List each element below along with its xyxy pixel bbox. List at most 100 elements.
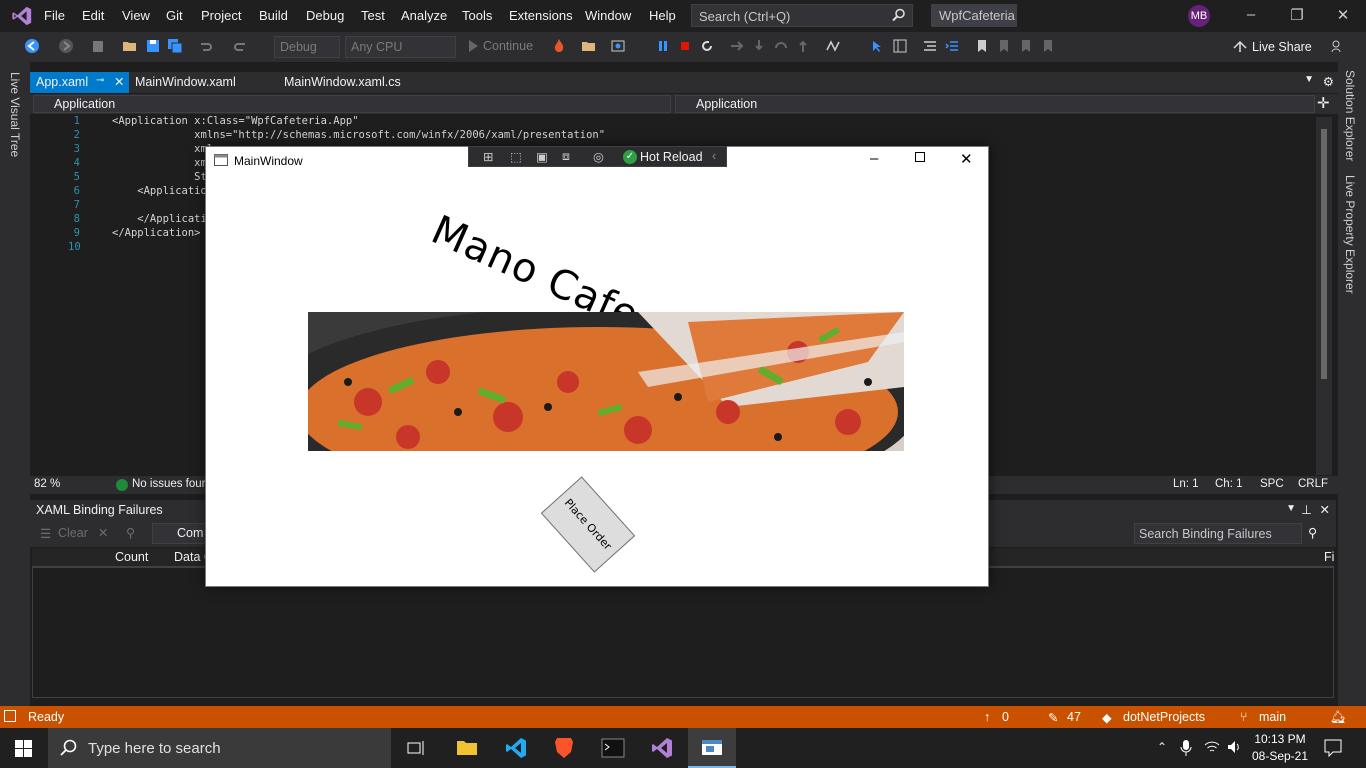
- close-tab-icon[interactable]: ✕: [114, 74, 124, 89]
- window-minimize-icon[interactable]: –: [870, 150, 878, 167]
- filter-select[interactable]: Com: [152, 523, 206, 544]
- brave-browser-icon[interactable]: [554, 736, 574, 759]
- tab-mainwindow-xaml-cs[interactable]: MainWindow.xaml.cs: [278, 72, 428, 93]
- pin-icon[interactable]: ⊸: [96, 75, 104, 86]
- search-input[interactable]: Search (Ctrl+Q): [691, 4, 913, 27]
- scroll-thumb[interactable]: [1321, 129, 1327, 379]
- format-icon[interactable]: [922, 38, 938, 54]
- menu-extensions[interactable]: Extensions: [509, 8, 573, 23]
- editor-scrollbar[interactable]: [1316, 117, 1332, 475]
- window-close-icon[interactable]: ✕: [960, 150, 973, 168]
- screenshot-icon[interactable]: [610, 38, 626, 54]
- feedback-icon[interactable]: [1330, 38, 1346, 54]
- forward-icon[interactable]: [58, 38, 74, 54]
- avatar[interactable]: MB: [1188, 5, 1210, 27]
- clear-bookmarks-icon[interactable]: [1040, 38, 1056, 54]
- live-visual-tree-tab[interactable]: Live Visual Tree: [8, 72, 22, 157]
- solution-explorer-tab[interactable]: Solution Explorer: [1343, 70, 1357, 161]
- step-over-icon[interactable]: [773, 38, 789, 54]
- settings-gear-icon[interactable]: ⚙: [1323, 74, 1334, 89]
- binding-search-input[interactable]: Search Binding Failures: [1134, 523, 1302, 544]
- notifications-icon[interactable]: [1324, 739, 1342, 757]
- menu-window[interactable]: Window: [585, 8, 631, 23]
- redo-icon[interactable]: [233, 38, 249, 54]
- layout-icon[interactable]: [892, 38, 908, 54]
- live-share-button[interactable]: Live Share: [1252, 40, 1312, 54]
- pause-icon[interactable]: [655, 38, 671, 54]
- live-visual-tree-icon[interactable]: ⊞: [483, 149, 493, 164]
- menu-view[interactable]: View: [122, 8, 150, 23]
- menu-tools[interactable]: Tools: [462, 8, 492, 23]
- menu-test[interactable]: Test: [361, 8, 385, 23]
- open-folder-icon[interactable]: [122, 38, 138, 54]
- pin-panel-icon[interactable]: ⊥: [1301, 502, 1312, 517]
- diagnostics-icon[interactable]: [825, 38, 841, 54]
- filter-icon[interactable]: ⚲: [126, 525, 135, 540]
- terminal-icon[interactable]: [601, 738, 625, 758]
- microphone-icon[interactable]: [1180, 740, 1192, 756]
- platform-select[interactable]: Any CPU: [345, 36, 456, 58]
- vs-code-icon[interactable]: [505, 737, 527, 759]
- continue-button[interactable]: Continue: [483, 39, 533, 53]
- split-icon[interactable]: ✛: [1317, 94, 1330, 112]
- windows-start-icon[interactable]: [15, 740, 32, 757]
- code-line[interactable]: <Application x:Class="WpfCafeteria.App": [112, 115, 359, 127]
- new-project-icon[interactable]: [90, 38, 106, 54]
- prev-bookmark-icon[interactable]: [996, 38, 1012, 54]
- restart-icon[interactable]: [699, 38, 715, 54]
- column-file[interactable]: Fi: [1324, 550, 1334, 564]
- code-line[interactable]: </Application: [112, 213, 219, 225]
- next-bookmark-icon[interactable]: [1018, 38, 1034, 54]
- close-panel-icon[interactable]: ✕: [1320, 502, 1330, 517]
- zoom-level[interactable]: 82 %: [34, 478, 60, 490]
- back-icon[interactable]: [24, 38, 40, 54]
- clear-button[interactable]: Clear: [58, 526, 88, 540]
- select-element-icon[interactable]: [870, 38, 886, 54]
- bookmark-icon[interactable]: [974, 38, 990, 54]
- restore-icon[interactable]: ❐: [1285, 6, 1309, 26]
- select-element-icon[interactable]: ⬚: [510, 149, 522, 164]
- menu-file[interactable]: File: [44, 8, 65, 23]
- save-all-icon[interactable]: [167, 38, 183, 54]
- code-line[interactable]: </Application>: [112, 227, 201, 239]
- wifi-icon[interactable]: [1204, 740, 1220, 754]
- code-line[interactable]: <Application.: [112, 185, 219, 197]
- tab-overflow-icon[interactable]: ▼: [1304, 74, 1314, 85]
- unpushed-count[interactable]: 0: [1002, 710, 1009, 724]
- tray-expand-icon[interactable]: ⌃: [1157, 740, 1167, 754]
- nav-right-select[interactable]: Application: [675, 95, 1315, 113]
- undo-icon[interactable]: [197, 38, 213, 54]
- display-adorners-icon[interactable]: ▣: [536, 149, 548, 164]
- search-icon[interactable]: ⚲: [1308, 525, 1317, 540]
- file-explorer-icon[interactable]: [456, 738, 478, 756]
- system-clock[interactable]: 10:13 PM 08-Sep-21: [1250, 731, 1310, 765]
- tab-mainwindow-xaml[interactable]: MainWindow.xaml: [129, 72, 277, 93]
- hot-reload-flame-icon[interactable]: [551, 38, 567, 54]
- play-icon[interactable]: [465, 38, 481, 54]
- menu-help[interactable]: Help: [649, 8, 676, 23]
- indent-icon[interactable]: [944, 38, 960, 54]
- live-share-icon[interactable]: [1232, 38, 1248, 54]
- menu-git[interactable]: Git: [166, 8, 183, 23]
- hot-reload-status[interactable]: Hot Reload: [640, 150, 703, 164]
- step-into-icon[interactable]: [751, 38, 767, 54]
- delete-icon[interactable]: ✕: [98, 525, 108, 540]
- save-icon[interactable]: [145, 38, 161, 54]
- visual-studio-icon[interactable]: [651, 737, 673, 759]
- show-next-statement-icon[interactable]: [729, 38, 745, 54]
- code-line[interactable]: xmlns="http://schemas.microsoft.com/winf…: [112, 129, 605, 141]
- running-app-button[interactable]: [688, 728, 736, 768]
- nav-left-select[interactable]: Application: [33, 95, 671, 113]
- column-count[interactable]: Count: [115, 550, 148, 564]
- collapse-toolbar-icon[interactable]: ‹: [712, 149, 716, 163]
- issues-text[interactable]: No issues four: [132, 478, 206, 490]
- menu-debug[interactable]: Debug: [306, 8, 344, 23]
- wpf-main-window[interactable]: MainWindow – ✕ Mano Cafe Place Order: [205, 146, 989, 587]
- place-order-button[interactable]: Place Order: [540, 476, 636, 573]
- code-line[interactable]: xmlr: [112, 143, 219, 155]
- track-focus-icon[interactable]: ⧈: [562, 149, 570, 164]
- task-view-icon[interactable]: [406, 740, 426, 756]
- taskbar-search-input[interactable]: Type here to search: [48, 728, 391, 768]
- minimize-icon[interactable]: –: [1239, 6, 1263, 26]
- volume-icon[interactable]: [1227, 740, 1243, 754]
